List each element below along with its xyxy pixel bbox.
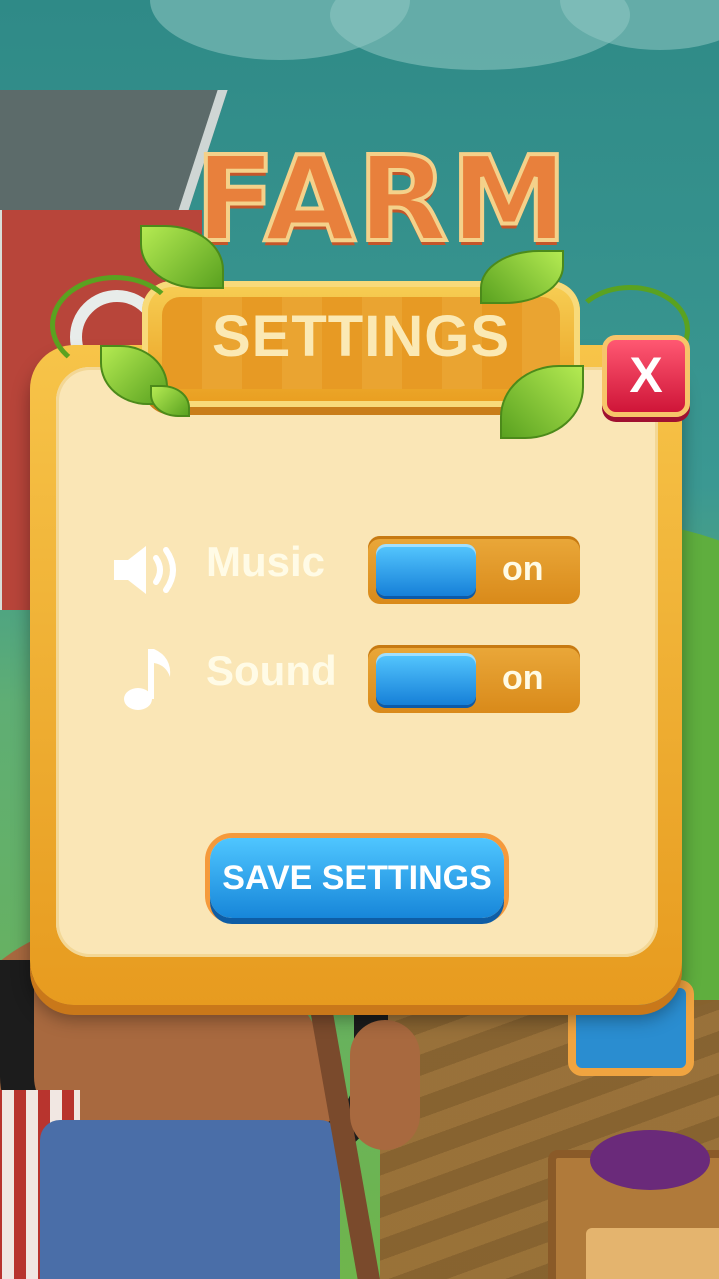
game-logo-title: FARM <box>193 128 570 270</box>
settings-dialog: SETTINGS X Music on Sound on SAVE SETTIN… <box>30 225 690 1005</box>
music-note-icon <box>110 639 190 719</box>
speaker-icon <box>110 530 190 610</box>
save-settings-button[interactable]: SAVE SETTINGS <box>210 838 504 918</box>
music-label: Music <box>206 538 326 585</box>
close-button[interactable]: X <box>602 335 690 417</box>
toggle-knob <box>376 653 476 705</box>
dialog-title: SETTINGS <box>211 304 511 369</box>
eggplant <box>590 1130 710 1190</box>
sound-toggle-state: on <box>502 659 544 697</box>
sound-setting-row: Sound on <box>110 639 610 719</box>
music-toggle-state: on <box>502 550 544 588</box>
sound-toggle[interactable]: on <box>368 645 580 713</box>
farmer-overalls <box>40 1120 340 1279</box>
music-toggle[interactable]: on <box>368 536 580 604</box>
music-setting-row: Music on <box>110 530 610 610</box>
sound-label: Sound <box>206 647 337 694</box>
toggle-knob <box>376 544 476 596</box>
farmer-hand <box>350 1020 420 1150</box>
